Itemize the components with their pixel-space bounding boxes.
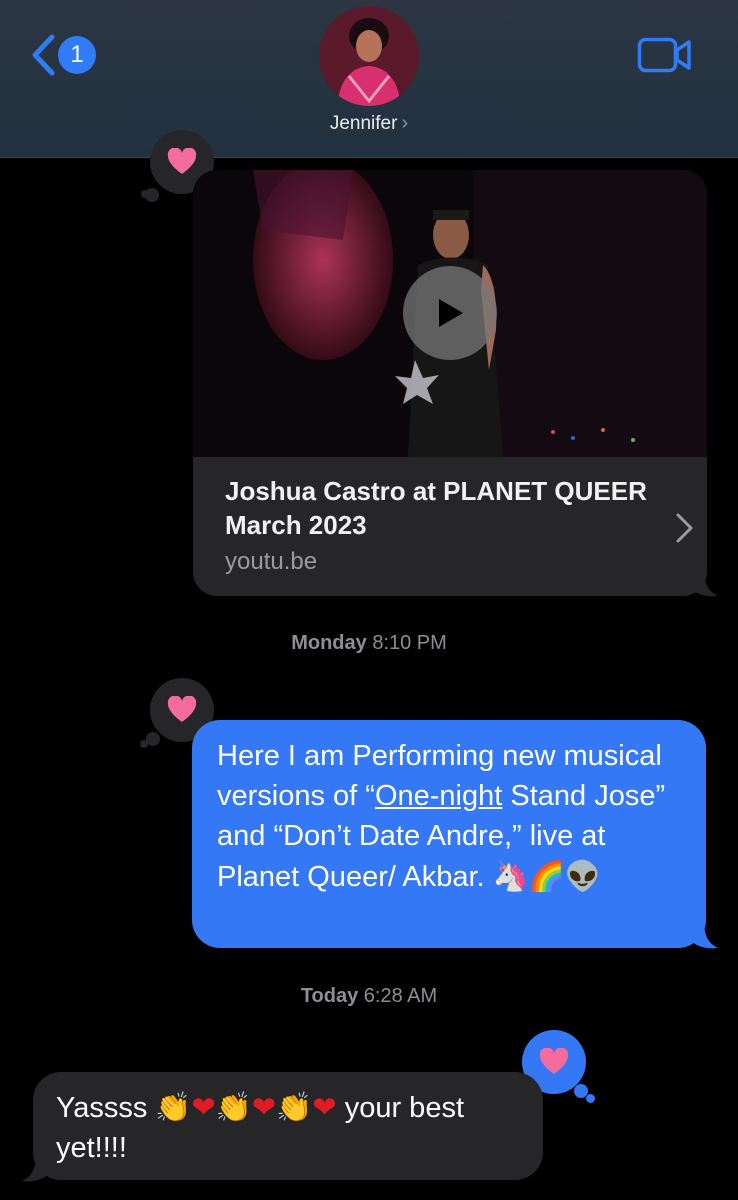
play-button[interactable] — [403, 266, 497, 360]
tapback-tail-dot — [140, 740, 148, 748]
incoming-message-text: Yassss 👏❤👏❤👏❤ your best yet!!!! — [56, 1090, 464, 1164]
conversation-header: 1 Jennifer › — [0, 0, 738, 158]
clap-emoji: 👏 — [155, 1090, 192, 1124]
timestamp: Today 6:28 AM — [0, 985, 738, 1008]
bubble-tail — [690, 570, 718, 597]
video-thumbnail[interactable] — [193, 170, 707, 457]
link-preview-bubble[interactable]: Joshua Castro at PLANET QUEER March 2023… — [193, 170, 707, 596]
timestamp-day: Today — [300, 985, 359, 1007]
clap-emoji: 👏 — [215, 1090, 252, 1124]
avatar[interactable] — [319, 6, 419, 106]
outgoing-message-text: Here I am Performing new musical version… — [217, 740, 666, 893]
tapback-tail-dot — [146, 732, 160, 746]
video-camera-icon — [637, 37, 691, 73]
clap-emoji: 👏 — [276, 1090, 313, 1124]
contact-name-button[interactable]: Jennifer › — [0, 112, 738, 135]
timestamp-time: 8:10 PM — [372, 632, 447, 654]
play-icon — [439, 299, 463, 327]
message-link[interactable]: One-night — [375, 780, 502, 812]
avatar-image — [319, 6, 419, 106]
link-domain: youtu.be — [225, 548, 318, 575]
tapback-tail-dot — [586, 1094, 595, 1103]
timestamp-time: 6:28 AM — [363, 985, 438, 1007]
timestamp-day: Monday — [291, 632, 367, 654]
heart-emoji: ❤ — [251, 1090, 277, 1124]
bubble-tail — [690, 922, 718, 949]
chevron-right-icon: › — [401, 112, 409, 134]
timestamp: Monday 8:10 PM — [0, 632, 738, 655]
emoji-unicorn-rainbow-alien: 🦄🌈👽 — [492, 859, 601, 893]
bubble-tail — [22, 1155, 50, 1182]
unread-count-badge: 1 — [58, 36, 96, 74]
heart-emoji: ❤ — [312, 1090, 337, 1124]
heart-icon — [539, 1048, 569, 1074]
contact-name: Jennifer — [329, 113, 398, 134]
tapback-tail-dot — [141, 190, 149, 198]
video-call-button[interactable] — [637, 37, 693, 78]
chevron-left-icon — [32, 34, 55, 76]
heart-emoji: ❤ — [191, 1090, 216, 1124]
back-button[interactable]: 1 — [30, 34, 96, 76]
link-title: Joshua Castro at PLANET QUEER March 2023 — [225, 476, 647, 540]
chevron-right-icon — [676, 513, 693, 543]
heart-icon — [167, 696, 197, 722]
